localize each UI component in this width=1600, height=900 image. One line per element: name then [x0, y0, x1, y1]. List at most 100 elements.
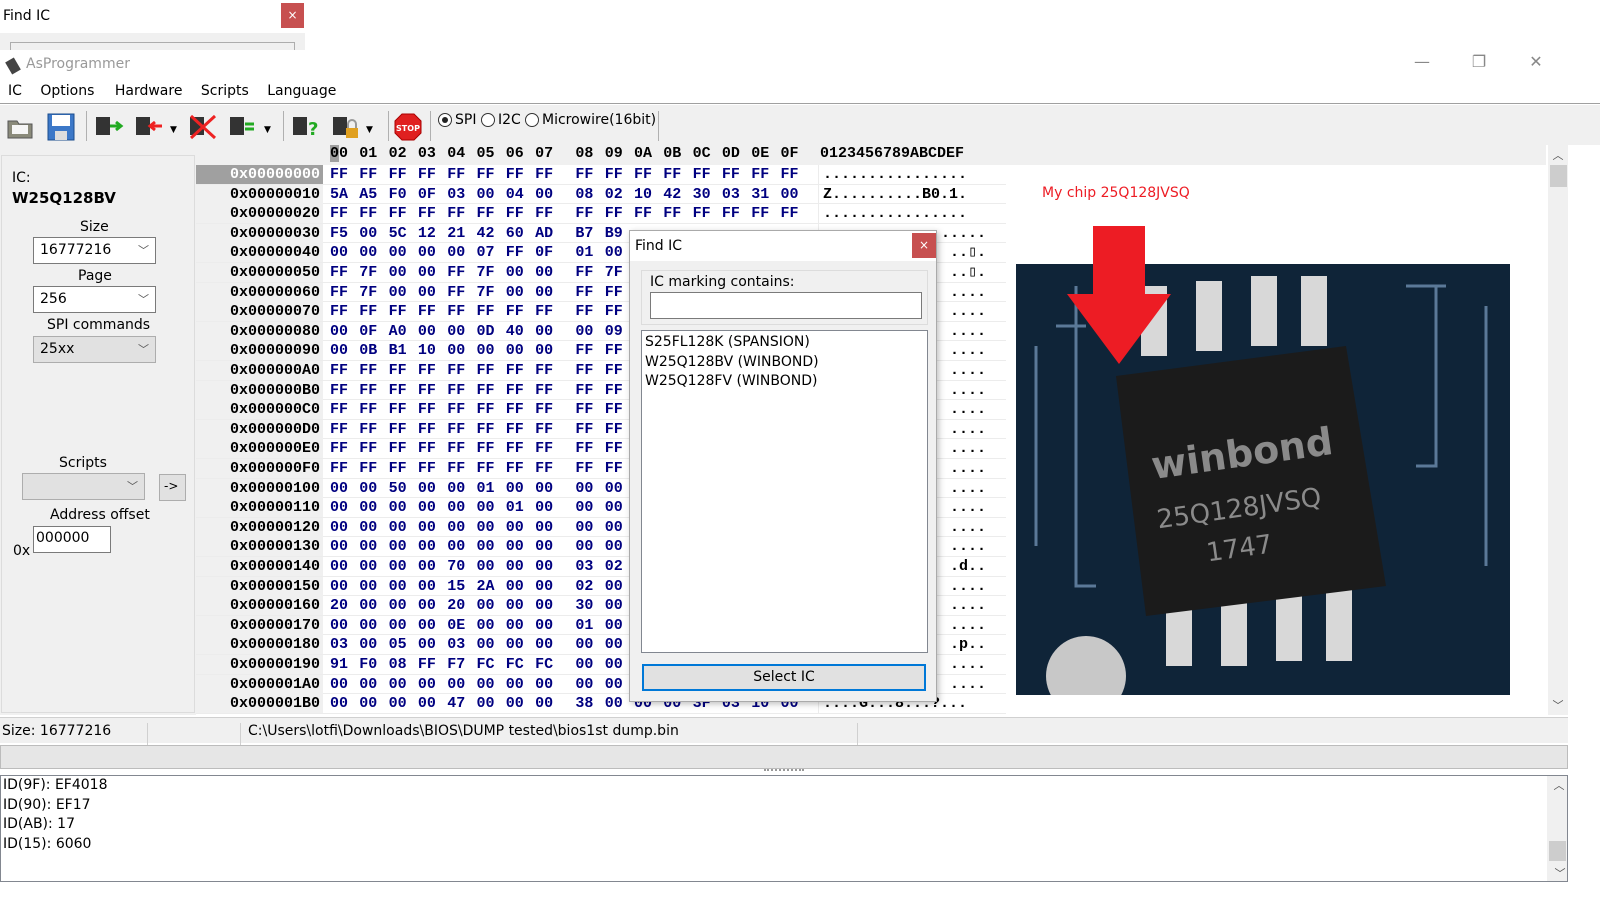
row-address[interactable]: 0x000000F0 — [196, 459, 323, 478]
row-address[interactable]: 0x00000150 — [196, 576, 323, 596]
hex-byte[interactable]: FF — [477, 420, 495, 439]
hex-byte[interactable]: 0F — [535, 243, 553, 262]
hex-byte[interactable]: 00 — [447, 537, 465, 556]
row-address[interactable]: 0x00000030 — [196, 223, 323, 243]
hex-byte[interactable]: FF — [418, 361, 436, 380]
hex-byte[interactable]: FF — [506, 243, 524, 262]
hex-byte[interactable]: 00 — [575, 518, 593, 537]
hex-byte[interactable]: 00 — [477, 537, 495, 556]
hex-byte[interactable]: 00 — [575, 537, 593, 556]
hex-byte[interactable]: FF — [359, 165, 377, 184]
row-address[interactable]: 0x000001A0 — [196, 674, 323, 694]
hex-byte[interactable]: F0 — [359, 655, 377, 674]
hex-byte[interactable]: FF — [389, 420, 407, 439]
hex-byte[interactable]: 00 — [535, 479, 553, 498]
read-chip-icon[interactable] — [94, 113, 124, 141]
hex-byte[interactable]: F0 — [389, 185, 407, 204]
hex-byte[interactable]: 10 — [418, 341, 436, 360]
hex-byte[interactable]: FF — [605, 459, 623, 478]
hex-byte[interactable]: 00 — [330, 322, 348, 341]
hex-byte[interactable]: 03 — [330, 635, 348, 654]
hex-byte[interactable]: 00 — [477, 557, 495, 576]
row-address[interactable]: 0x00000080 — [196, 321, 323, 341]
hex-byte[interactable]: FF — [605, 400, 623, 419]
list-item[interactable]: W25Q128FV (WINBOND) — [645, 372, 924, 392]
hex-byte[interactable]: FF — [359, 400, 377, 419]
hex-byte[interactable]: FF — [634, 204, 652, 223]
hex-byte[interactable]: A5 — [359, 185, 377, 204]
hex-byte[interactable]: FF — [359, 381, 377, 400]
read-id-icon[interactable]: ? — [291, 113, 321, 141]
hex-byte[interactable]: 00 — [359, 479, 377, 498]
erase-chip-icon[interactable] — [188, 113, 218, 141]
hex-byte[interactable]: FF — [418, 165, 436, 184]
ic-results-list[interactable]: S25FL128K (SPANSION) W25Q128BV (WINBOND)… — [641, 330, 928, 653]
hex-byte[interactable]: 0D — [477, 322, 495, 341]
splitter-handle[interactable] — [764, 769, 804, 773]
hex-byte[interactable]: FF — [605, 204, 623, 223]
hex-byte[interactable]: 03 — [447, 185, 465, 204]
hex-byte[interactable]: FF — [330, 263, 348, 282]
hex-byte[interactable]: 42 — [663, 185, 681, 204]
hex-byte[interactable]: 00 — [389, 537, 407, 556]
hex-byte[interactable]: FF — [330, 420, 348, 439]
hex-byte[interactable]: 00 — [418, 283, 436, 302]
row-address[interactable]: 0x000001B0 — [196, 694, 323, 714]
hex-byte[interactable]: 00 — [575, 675, 593, 694]
hex-byte[interactable]: FF — [781, 204, 799, 223]
hex-byte[interactable]: FF — [535, 302, 553, 321]
hex-byte[interactable]: 00 — [359, 577, 377, 596]
hex-byte[interactable]: 00 — [418, 694, 436, 713]
open-icon[interactable] — [6, 113, 36, 141]
row-address[interactable]: 0x00000020 — [196, 204, 323, 224]
row-address[interactable]: 0x000000B0 — [196, 380, 323, 400]
hex-byte[interactable]: 00 — [535, 616, 553, 635]
hex-byte[interactable]: 00 — [418, 537, 436, 556]
hex-byte[interactable]: FF — [575, 283, 593, 302]
hex-byte[interactable]: FF — [359, 302, 377, 321]
hex-byte[interactable]: FF — [447, 400, 465, 419]
protect-dropdown-icon[interactable]: ▼ — [366, 125, 373, 135]
hex-byte[interactable]: FF — [506, 361, 524, 380]
hex-byte[interactable]: FF — [418, 655, 436, 674]
hex-byte[interactable]: 00 — [535, 675, 553, 694]
hex-byte[interactable]: FF — [575, 341, 593, 360]
hex-byte[interactable]: 5C — [389, 224, 407, 243]
hex-byte[interactable]: 00 — [359, 243, 377, 262]
stop-icon[interactable]: STOP — [394, 113, 424, 141]
hex-byte[interactable]: 00 — [330, 675, 348, 694]
hex-byte[interactable]: 0B — [359, 341, 377, 360]
hex-byte[interactable]: 30 — [575, 596, 593, 615]
hex-byte[interactable]: 00 — [535, 596, 553, 615]
hex-byte[interactable]: FF — [535, 381, 553, 400]
hex-byte[interactable]: FF — [330, 361, 348, 380]
hex-byte[interactable]: 00 — [605, 596, 623, 615]
hex-byte[interactable]: 00 — [575, 479, 593, 498]
list-item[interactable]: W25Q128BV (WINBOND) — [645, 353, 924, 373]
hex-byte[interactable]: 04 — [506, 185, 524, 204]
hex-byte[interactable]: FF — [722, 204, 740, 223]
hex-byte[interactable]: FF — [359, 420, 377, 439]
hex-byte[interactable]: FF — [330, 165, 348, 184]
hex-byte[interactable]: 00 — [330, 243, 348, 262]
hex-byte[interactable]: 00 — [535, 518, 553, 537]
hex-byte[interactable]: FF — [535, 165, 553, 184]
hex-byte[interactable]: FF — [506, 204, 524, 223]
hex-byte[interactable]: FF — [359, 361, 377, 380]
hex-byte[interactable]: 00 — [605, 635, 623, 654]
hex-row[interactable]: 0x00000020 FF FF FF FF FF FF FF FF FF FF FF FF FF FF FF… — [196, 204, 1006, 224]
hex-byte[interactable]: 00 — [605, 537, 623, 556]
row-address[interactable]: 0x000000E0 — [196, 439, 323, 459]
hex-byte[interactable]: FF — [330, 400, 348, 419]
hex-byte[interactable]: 00 — [535, 185, 553, 204]
hex-byte[interactable]: FF — [447, 459, 465, 478]
hex-byte[interactable]: 42 — [477, 224, 495, 243]
hex-byte[interactable]: FF — [389, 400, 407, 419]
hex-byte[interactable]: FF — [575, 400, 593, 419]
ic-marking-input[interactable] — [650, 292, 922, 319]
hex-byte[interactable]: 00 — [359, 616, 377, 635]
hex-byte[interactable]: 00 — [535, 283, 553, 302]
row-address[interactable]: 0x00000040 — [196, 243, 323, 263]
hex-byte[interactable]: 00 — [535, 498, 553, 517]
row-address[interactable]: 0x00000070 — [196, 302, 323, 322]
